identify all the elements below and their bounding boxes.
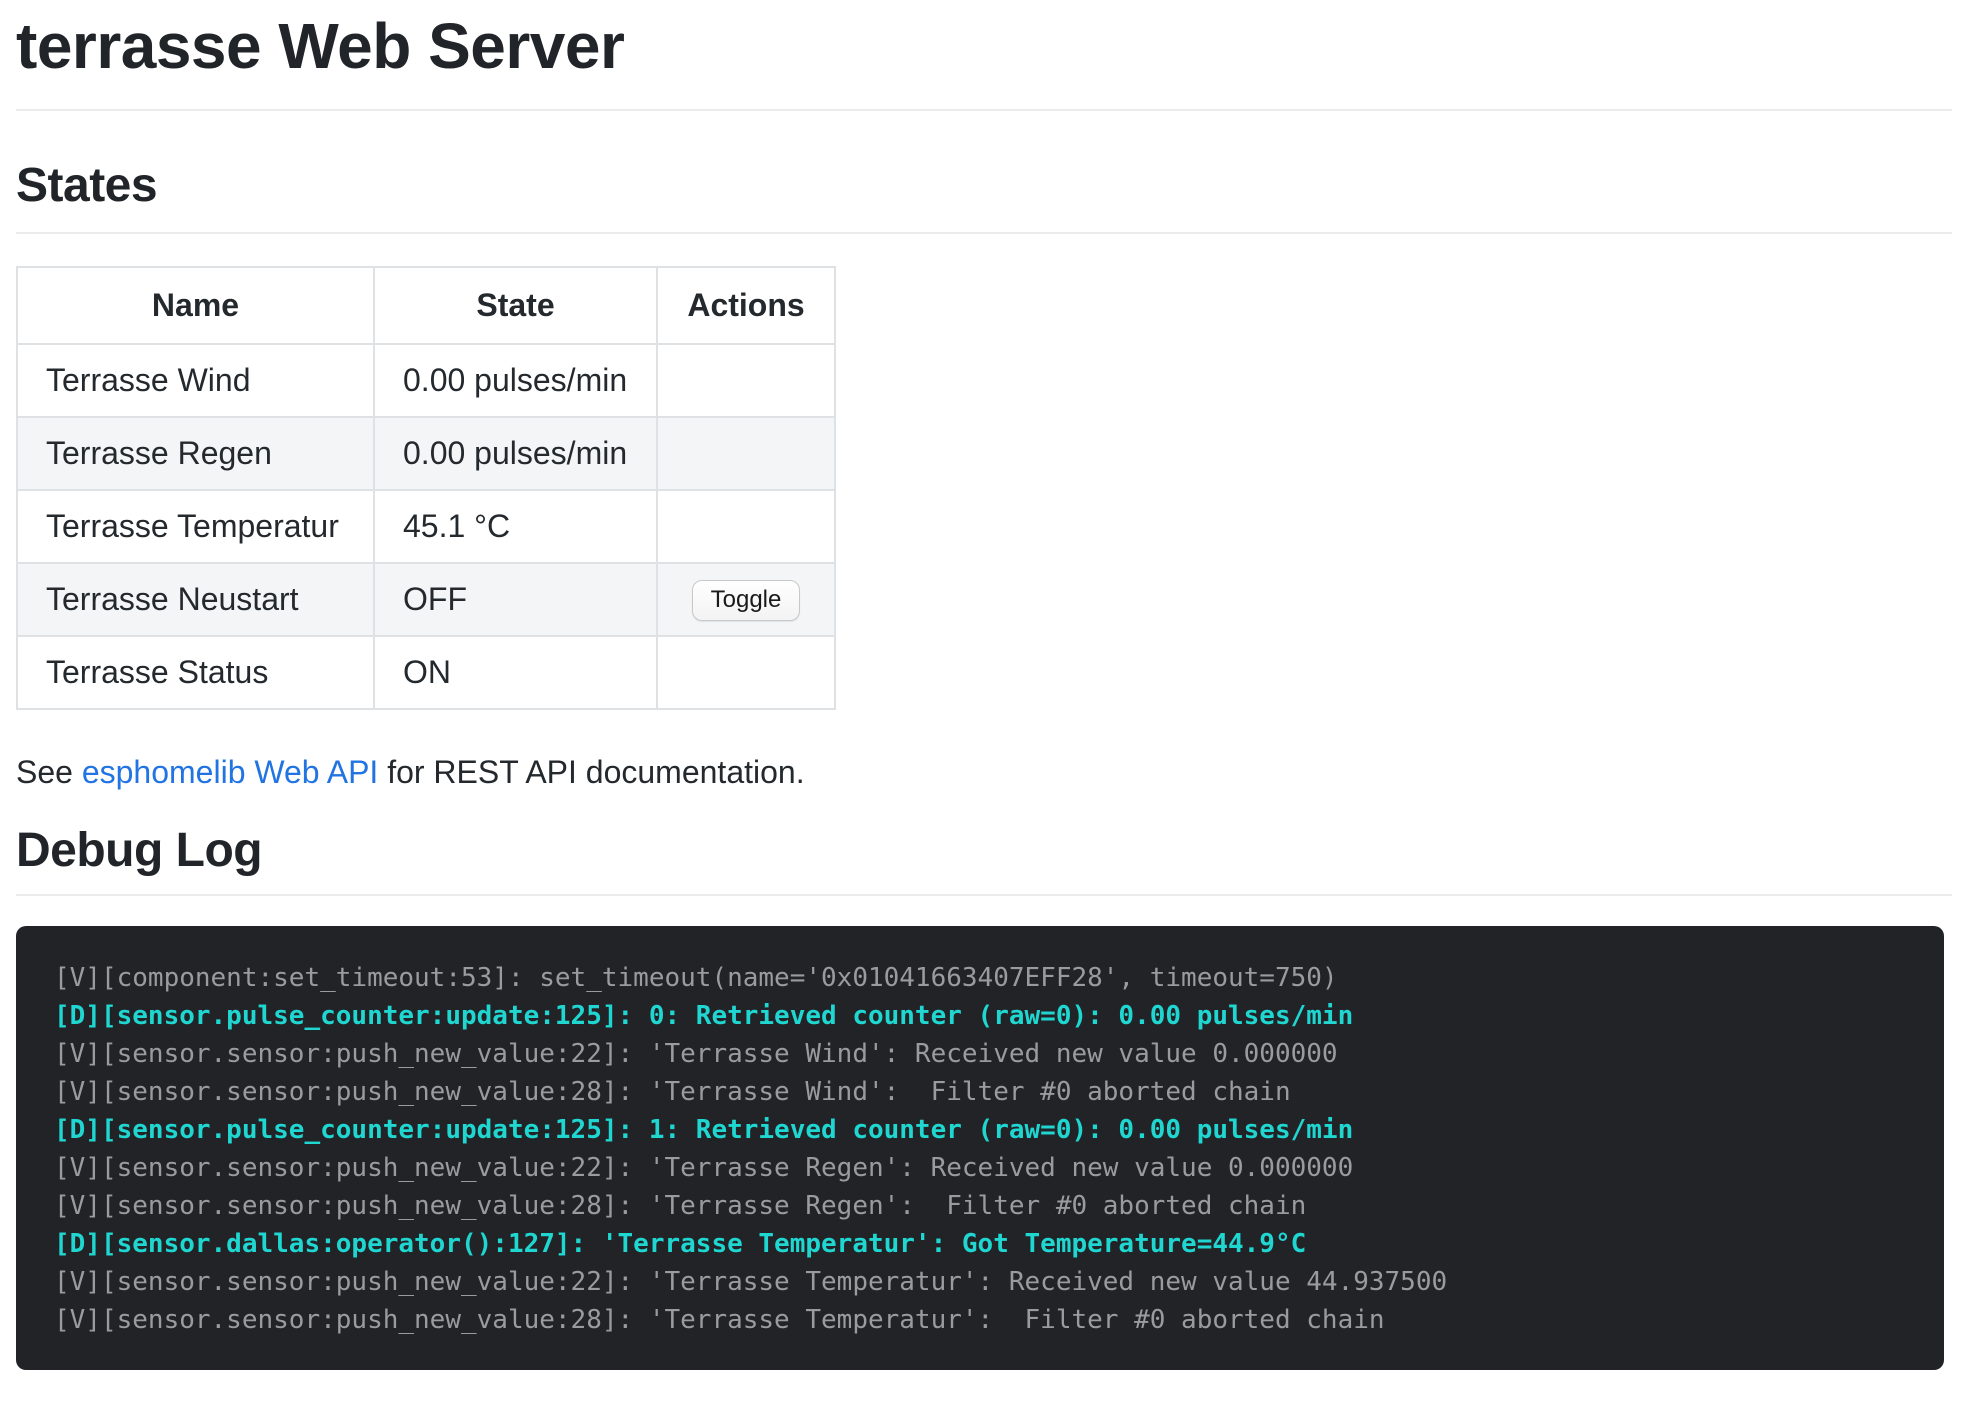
log-line: [V][sensor.sensor:push_new_value:28]: 'T…	[54, 1301, 1906, 1339]
state-name-cell: Terrasse Regen	[17, 417, 374, 490]
log-line: [D][sensor.pulse_counter:update:125]: 1:…	[54, 1111, 1906, 1149]
debug-log-heading: Debug Log	[16, 822, 1952, 896]
column-header-name: Name	[17, 267, 374, 344]
api-note-suffix: for REST API documentation.	[378, 754, 804, 790]
states-table: Name State Actions Terrasse Wind 0.00 pu…	[16, 266, 836, 710]
state-actions-cell	[657, 344, 835, 417]
state-actions-cell	[657, 490, 835, 563]
toggle-button[interactable]: Toggle	[692, 580, 801, 621]
state-value-cell: 0.00 pulses/min	[374, 344, 657, 417]
state-name-cell: Terrasse Wind	[17, 344, 374, 417]
page-title: terrasse Web Server	[16, 8, 1952, 111]
state-name-cell: Terrasse Neustart	[17, 563, 374, 636]
column-header-state: State	[374, 267, 657, 344]
log-line: [V][sensor.sensor:push_new_value:28]: 'T…	[54, 1187, 1906, 1225]
log-line: [D][sensor.pulse_counter:update:125]: 0:…	[54, 997, 1906, 1035]
state-name-cell: Terrasse Status	[17, 636, 374, 709]
state-value-cell: ON	[374, 636, 657, 709]
state-value-cell: 0.00 pulses/min	[374, 417, 657, 490]
log-line: [V][sensor.sensor:push_new_value:22]: 'T…	[54, 1263, 1906, 1301]
state-actions-cell	[657, 417, 835, 490]
state-actions-cell	[657, 636, 835, 709]
state-name-cell: Terrasse Temperatur	[17, 490, 374, 563]
api-note-prefix: See	[16, 754, 82, 790]
column-header-actions: Actions	[657, 267, 835, 344]
table-header-row: Name State Actions	[17, 267, 835, 344]
esphomelib-web-api-link[interactable]: esphomelib Web API	[82, 754, 378, 790]
debug-log-console: [V][component:set_timeout:53]: set_timeo…	[16, 926, 1944, 1370]
table-row: Terrasse Regen 0.00 pulses/min	[17, 417, 835, 490]
log-line: [V][sensor.sensor:push_new_value:22]: 'T…	[54, 1149, 1906, 1187]
log-line: [V][sensor.sensor:push_new_value:22]: 'T…	[54, 1035, 1906, 1073]
states-heading: States	[16, 157, 1952, 235]
table-row: Terrasse Temperatur 45.1 °C	[17, 490, 835, 563]
table-row: Terrasse Neustart OFF Toggle	[17, 563, 835, 636]
state-value-cell: OFF	[374, 563, 657, 636]
state-value-cell: 45.1 °C	[374, 490, 657, 563]
table-row: Terrasse Wind 0.00 pulses/min	[17, 344, 835, 417]
api-note: See esphomelib Web API for REST API docu…	[16, 752, 1952, 792]
log-line: [V][component:set_timeout:53]: set_timeo…	[54, 959, 1906, 997]
log-line: [D][sensor.dallas:operator():127]: 'Terr…	[54, 1225, 1906, 1263]
log-line: [V][sensor.sensor:push_new_value:28]: 'T…	[54, 1073, 1906, 1111]
state-actions-cell: Toggle	[657, 563, 835, 636]
table-row: Terrasse Status ON	[17, 636, 835, 709]
